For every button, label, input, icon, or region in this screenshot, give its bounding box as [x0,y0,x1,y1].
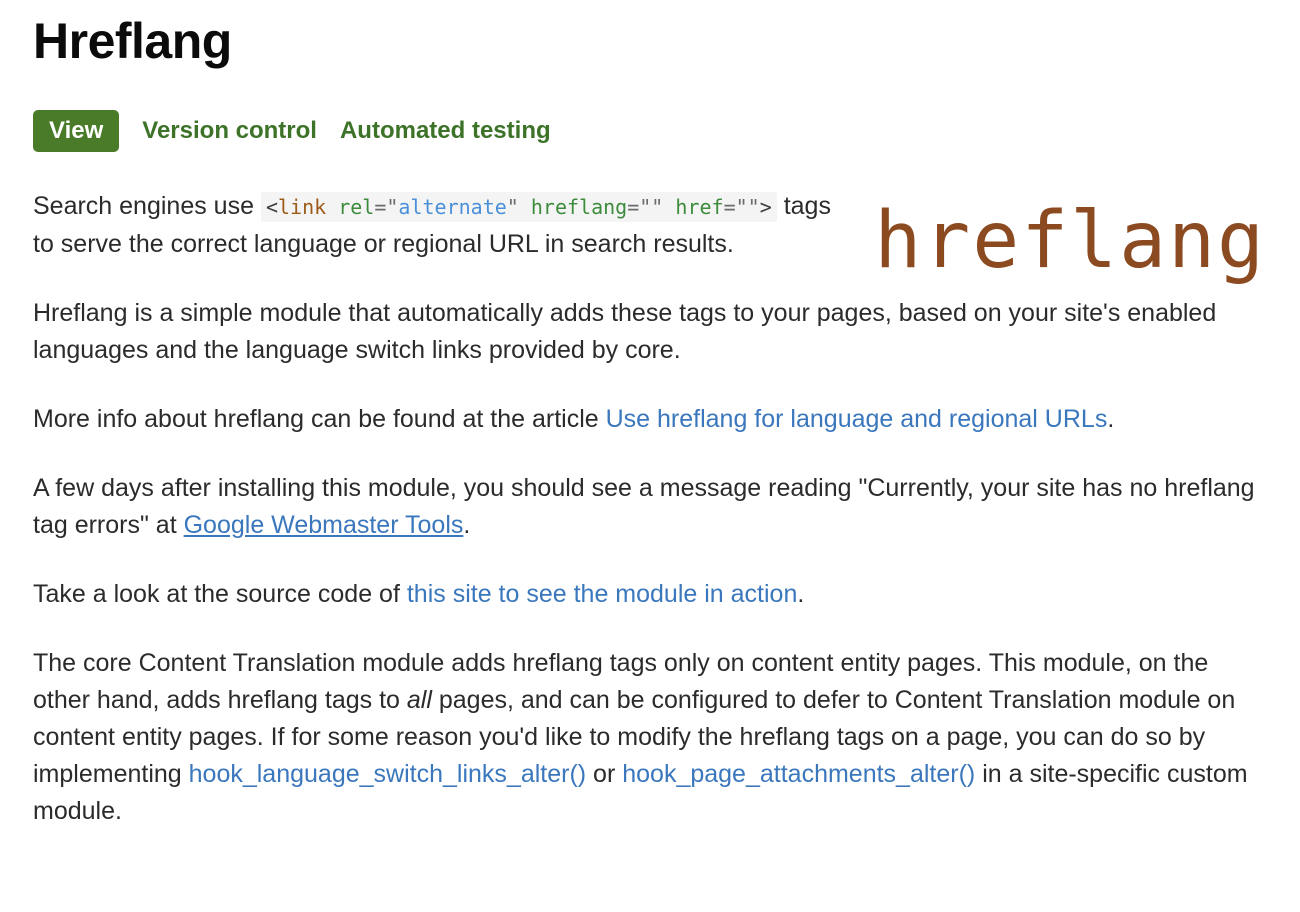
page-title: Hreflang [33,13,232,69]
paragraph-content-translation: The core Content Translation module adds… [33,645,1266,830]
code-quote-close: " [506,195,519,219]
code-attr-href: href [675,195,724,219]
tab-version-control[interactable]: Version control [142,110,340,152]
code-attr-rel: rel [338,195,375,219]
code-quote-open: " [386,195,399,219]
code-equals-2: = [627,195,640,219]
code-attr-hreflang: hreflang [530,195,628,219]
source-code-text-before: Take a look at the source code of [33,580,407,608]
paragraph-module-description: Hreflang is a simple module that automat… [33,299,1217,364]
paragraph-more-info: More info about hreflang can be found at… [33,401,1266,438]
main-content: hreflang Search engines use <link rel="a… [33,188,1266,862]
tab-automated-testing[interactable]: Automated testing [340,110,574,152]
link-hook-page-attachments-alter[interactable]: hook_page_attachments_alter() [622,760,975,788]
hreflang-code-snippet: <link rel="alternate" hreflang="" href="… [260,192,777,222]
paragraph-webmaster-tools: A few days after installing this module,… [33,470,1266,544]
emphasis-all: all [406,686,432,714]
source-code-text-after: . [797,580,805,608]
code-equals-3: = [723,195,736,219]
code-close-bracket: > [759,195,772,219]
webmaster-text-after: . [463,511,471,539]
tab-bar: View Version control Automated testing [33,110,1266,152]
code-open-bracket: < [265,195,278,219]
paragraph-source-code: Take a look at the source code of this s… [33,576,1266,613]
more-info-text-after: . [1107,405,1115,433]
link-google-webmaster-tools[interactable]: Google Webmaster Tools [184,511,464,539]
link-use-hreflang-article[interactable]: Use hreflang for language and regional U… [606,405,1108,433]
link-hook-language-switch-links-alter[interactable]: hook_language_switch_links_alter() [189,760,586,788]
hreflang-logo: hreflang [874,196,1266,286]
tab-view[interactable]: View [33,110,120,152]
code-value-alternate: alternate [398,195,507,219]
code-empty-quotes-1: "" [639,195,664,219]
code-equals-1: = [374,195,387,219]
intro-text-before: Search engines use [33,192,261,220]
page-container: Hreflang View Version control Automated … [0,0,1300,862]
code-tag-name: link [277,195,327,219]
code-empty-quotes-2: "" [735,195,760,219]
translation-text-part3: or [586,760,623,788]
link-this-site-in-action[interactable]: this site to see the module in action [407,580,798,608]
more-info-text-before: More info about hreflang can be found at… [33,405,606,433]
